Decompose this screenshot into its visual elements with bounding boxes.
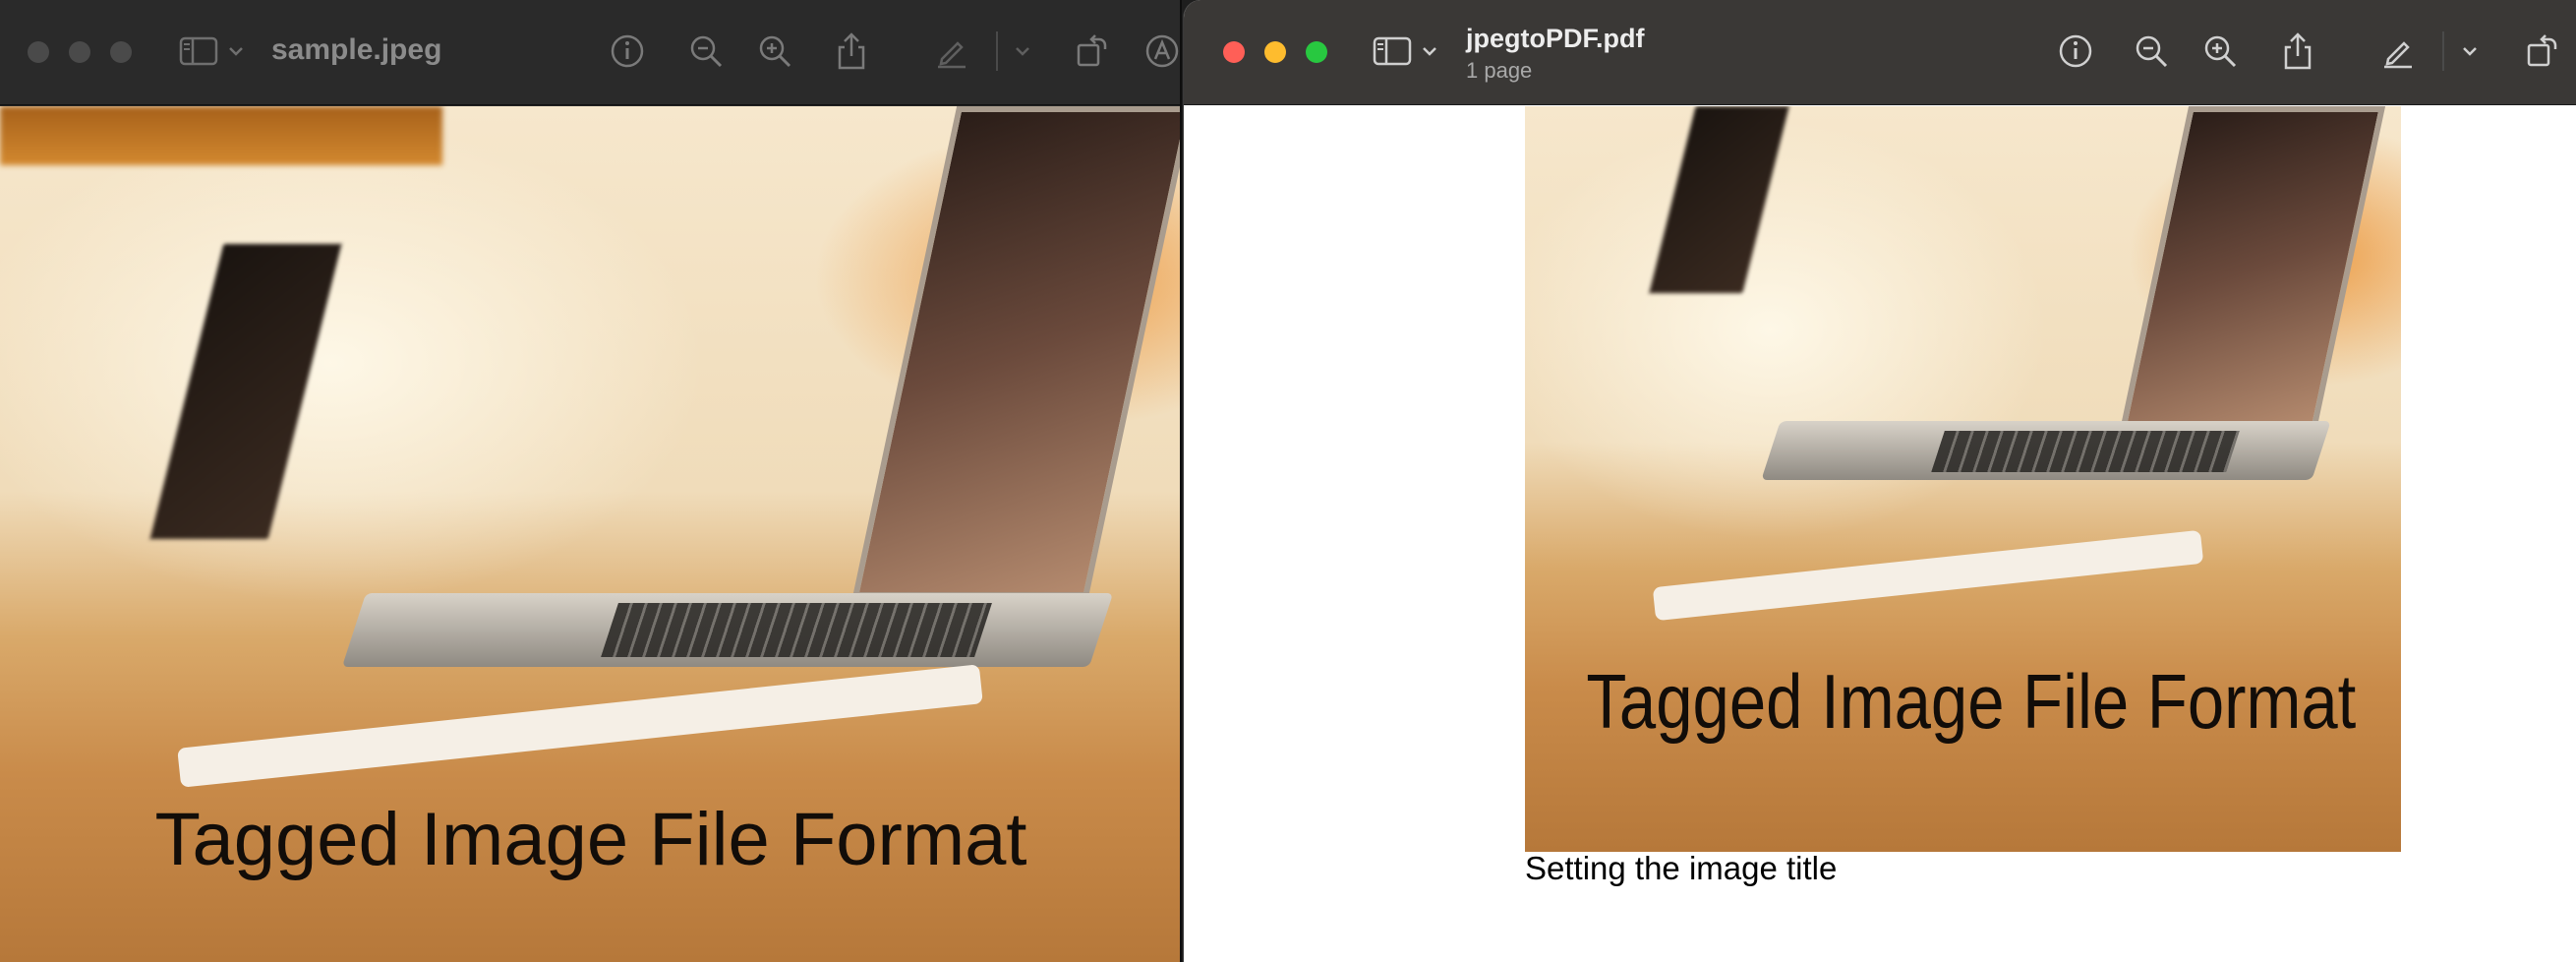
zoom-out-icon	[2136, 35, 2168, 68]
image-caption: Tagged Image File Format	[1586, 658, 2357, 745]
sidebar-icon	[1373, 36, 1412, 66]
share-icon	[838, 32, 865, 70]
sidebar-toggle-button[interactable]	[179, 35, 244, 67]
markup-options-button[interactable]	[1003, 31, 1042, 71]
window-controls	[28, 41, 132, 63]
pdf-text-line[interactable]: Setting the image title	[1525, 850, 1837, 887]
zoom-in-icon	[759, 35, 791, 68]
zoom-out-button[interactable]	[686, 31, 726, 71]
zoom-out-icon	[690, 35, 723, 68]
pencil-icon	[2384, 41, 2412, 69]
toolbar-separator	[996, 31, 998, 71]
info-icon	[2059, 34, 2092, 68]
pdf-embedded-image: Tagged Image File Format	[1525, 106, 2401, 852]
zoom-button[interactable]	[1306, 41, 1327, 63]
sidebar-icon	[179, 36, 218, 66]
share-icon	[2284, 32, 2312, 70]
zoom-button[interactable]	[110, 41, 132, 63]
zoom-out-button[interactable]	[2132, 31, 2171, 71]
info-button[interactable]	[608, 31, 647, 71]
document-title: jpegtoPDF.pdf	[1466, 24, 1645, 53]
share-button[interactable]	[832, 31, 871, 71]
image-caption: Tagged Image File Format	[154, 798, 1027, 881]
markup-options-button[interactable]	[2450, 31, 2489, 71]
rotate-button[interactable]	[1072, 31, 1111, 71]
image-viewer: Tagged Image File Format	[0, 106, 1180, 962]
chevron-down-icon	[1423, 47, 1436, 56]
info-icon	[611, 34, 644, 68]
photo-laptop-on-desk: Tagged Image File Format	[0, 106, 1180, 962]
rotate-icon	[1077, 34, 1107, 67]
close-button[interactable]	[28, 41, 49, 63]
toolbar: sample.jpeg	[0, 0, 1180, 105]
chevron-down-icon	[2463, 47, 2477, 56]
minimize-button[interactable]	[1264, 41, 1286, 63]
rotate-button[interactable]	[2522, 31, 2561, 71]
annotate-icon	[1145, 34, 1179, 68]
chevron-down-icon	[229, 47, 243, 56]
rotate-icon	[2527, 34, 2557, 67]
preview-window-pdf: jpegtoPDF.pdf 1 page Tagged Image File F…	[1183, 0, 2576, 962]
document-title: sample.jpeg	[271, 33, 442, 66]
zoom-in-icon	[2204, 35, 2237, 68]
share-button[interactable]	[2278, 31, 2317, 71]
close-button[interactable]	[1223, 41, 1245, 63]
markup-button[interactable]	[2378, 31, 2418, 71]
markup-button[interactable]	[932, 31, 971, 71]
window-controls	[1223, 41, 1327, 63]
pencil-icon	[938, 41, 966, 69]
toolbar: jpegtoPDF.pdf 1 page	[1184, 0, 2576, 105]
toolbar-separator	[2442, 31, 2444, 71]
window-title: jpegtoPDF.pdf 1 page	[1466, 24, 1644, 84]
annotate-button[interactable]	[1142, 31, 1180, 71]
preview-window-image: sample.jpeg Tagged Image File Format	[0, 0, 1182, 962]
chevron-down-icon	[1016, 47, 1029, 56]
zoom-in-button[interactable]	[2200, 31, 2240, 71]
pdf-page: Tagged Image File Format Setting the ima…	[1184, 106, 2576, 962]
zoom-in-button[interactable]	[755, 31, 794, 71]
page-count: 1 page	[1466, 58, 1533, 83]
minimize-button[interactable]	[69, 41, 90, 63]
window-title: sample.jpeg	[271, 33, 441, 67]
info-button[interactable]	[2056, 31, 2095, 71]
sidebar-toggle-button[interactable]	[1373, 35, 1437, 67]
